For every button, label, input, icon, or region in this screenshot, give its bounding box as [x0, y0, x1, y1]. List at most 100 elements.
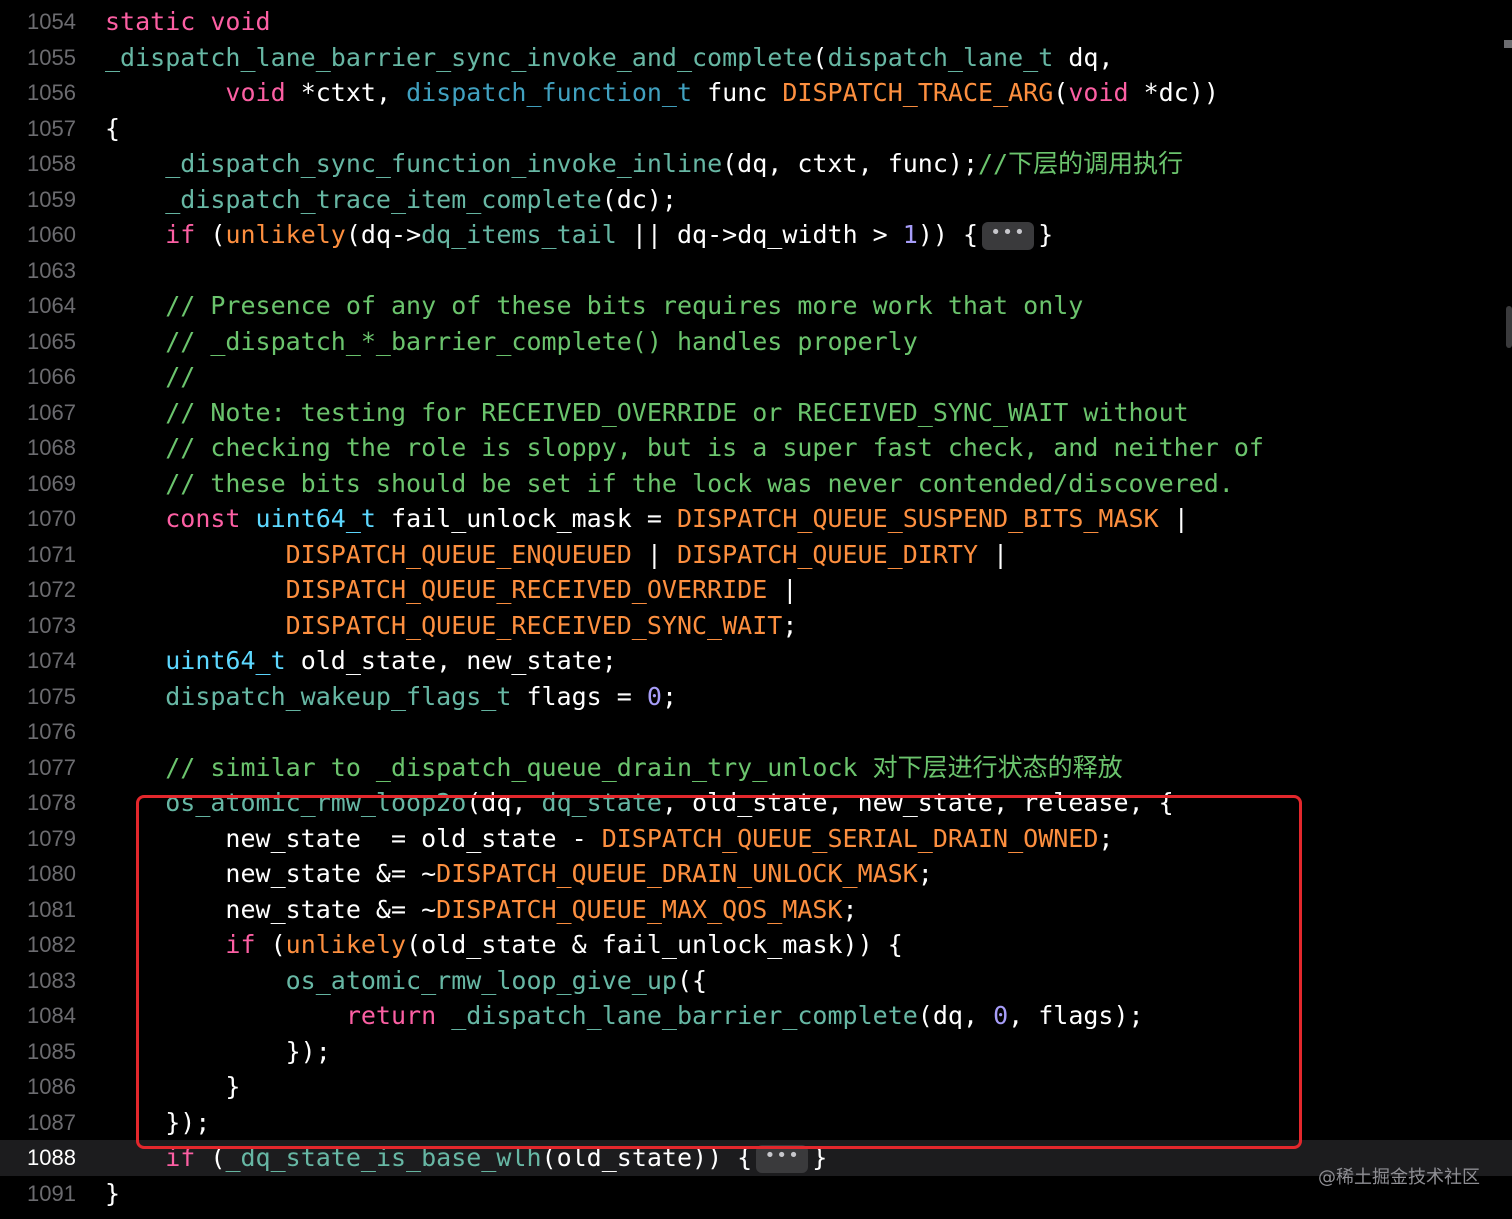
code-token: }	[105, 1178, 121, 1208]
code-text: DISPATCH_QUEUE_ENQUEUED | DISPATCH_QUEUE…	[105, 537, 1008, 573]
code-token: |	[1158, 504, 1189, 533]
code-text: if (unlikely(dq->dq_items_tail || dq->dq…	[105, 217, 1053, 253]
code-line[interactable]: 1057 {	[0, 111, 1512, 147]
code-token: 1	[902, 220, 918, 249]
code-token: || dq->dq_width >	[616, 220, 903, 249]
line-number: 1088	[27, 1145, 76, 1170]
code-line[interactable]: 1069 // these bits should be set if the …	[0, 466, 1512, 502]
folded-code-ellipsis-button[interactable]: •••	[982, 222, 1035, 250]
code-line[interactable]: 1091}	[0, 1176, 1512, 1212]
code-line[interactable]: 1059 _dispatch_trace_item_complete(dc);	[0, 182, 1512, 218]
folded-code-ellipsis-button[interactable]: •••	[756, 1145, 809, 1173]
code-line[interactable]: 1075 dispatch_wakeup_flags_t flags = 0;	[0, 679, 1512, 715]
line-number: 1069	[27, 470, 76, 496]
code-text: {	[105, 111, 120, 147]
code-text: const uint64_t fail_unlock_mask = DISPAT…	[105, 501, 1189, 537]
code-line[interactable]: 1065 // _dispatch_*_barrier_complete() h…	[0, 324, 1512, 360]
line-number: 1070	[27, 506, 76, 531]
line-number: 1077	[27, 754, 76, 780]
code-token: uint64_t	[165, 646, 286, 675]
code-text: // similar to _dispatch_queue_drain_try_…	[105, 750, 1123, 786]
code-line[interactable]: 1071 DISPATCH_QUEUE_ENQUEUED | DISPATCH_…	[0, 537, 1512, 573]
line-number: 1065	[27, 328, 76, 354]
line-number: 1071	[27, 541, 76, 567]
code-token: ;	[661, 681, 677, 711]
code-line[interactable]: 1055 _dispatch_lane_barrier_sync_invoke_a…	[0, 40, 1512, 76]
code-line[interactable]: 1064 // Presence of any of these bits re…	[0, 288, 1512, 324]
watermark: @稀土掘金技术社区	[1318, 1167, 1480, 1188]
highlight-annotation-box	[136, 795, 1302, 1149]
line-number: 1087	[27, 1109, 76, 1135]
code-token: DISPATCH_QUEUE_ENQUEUED	[285, 539, 632, 569]
code-line[interactable]: 1070 const uint64_t fail_unlock_mask = D…	[0, 501, 1512, 537]
scrollbar-thumb[interactable]	[1506, 306, 1512, 348]
code-token: //下层的调用执行	[978, 149, 1184, 178]
line-number: 1072	[27, 577, 76, 602]
code-text: // _dispatch_*_barrier_complete() handle…	[105, 324, 918, 360]
code-token: const	[165, 504, 241, 533]
line-number: 1054	[27, 9, 76, 34]
line-number: 1083	[27, 967, 76, 993]
code-line[interactable]: 1063	[0, 253, 1512, 289]
code-token: void	[225, 78, 286, 107]
code-token: 0	[646, 681, 662, 711]
code-token: //	[165, 362, 196, 391]
code-token: // checking the role is sloppy, but is a…	[165, 433, 1264, 462]
code-token: fail_unlock_mask =	[375, 504, 677, 533]
code-line[interactable]: 1072 DISPATCH_QUEUE_RECEIVED_OVERRIDE |	[0, 572, 1512, 608]
line-number: 1058	[27, 151, 76, 176]
code-token: DISPATCH_QUEUE_DIRTY	[676, 539, 978, 569]
code-token: DISPATCH_QUEUE_RECEIVED_SYNC_WAIT	[285, 610, 783, 640]
line-number: 1076	[27, 719, 76, 744]
code-token: |	[978, 539, 1009, 569]
code-token: // Note: testing for RECEIVED_OVERRIDE o…	[165, 397, 1189, 427]
code-text: // checking the role is sloppy, but is a…	[105, 430, 1264, 466]
code-line[interactable]: 1076	[0, 714, 1512, 750]
line-number: 1085	[27, 1038, 76, 1064]
code-token: func	[692, 78, 783, 107]
code-token: (	[195, 220, 226, 249]
line-number: 1060	[27, 222, 76, 247]
line-number: 1056	[27, 80, 76, 105]
code-token: dispatch_function_t	[406, 78, 693, 107]
code-token: (	[1053, 78, 1069, 107]
line-number: 1080	[27, 861, 76, 886]
code-token: // Presence of any of these bits require…	[165, 291, 1084, 320]
code-line[interactable]: 1073 DISPATCH_QUEUE_RECEIVED_SYNC_WAIT;	[0, 608, 1512, 644]
code-line[interactable]: 1074 uint64_t old_state, new_state;	[0, 643, 1512, 679]
code-token: dispatch_wakeup_flags_t	[165, 681, 512, 711]
code-token: // similar to _dispatch_queue_drain_try_…	[165, 752, 1123, 782]
code-token: _dispatch_sync_function_invoke_inline	[165, 149, 723, 178]
code-line[interactable]: 1066 //	[0, 359, 1512, 395]
code-line[interactable]: 1058 _dispatch_sync_function_invoke_inli…	[0, 146, 1512, 182]
code-editor[interactable]: 1054 static void 1055 _dispatch_lane_barrie…	[0, 0, 1512, 1219]
code-token: DISPATCH_QUEUE_SUSPEND_BITS_MASK	[677, 504, 1159, 533]
code-token: flags =	[511, 681, 647, 711]
code-line[interactable]: 1077 // similar to _dispatch_queue_drain…	[0, 750, 1512, 786]
line-number: 1064	[27, 293, 76, 318]
code-token: *dc))	[1128, 78, 1219, 107]
line-number: 1059	[27, 186, 76, 212]
code-token: {	[105, 113, 121, 143]
code-token: *ctxt,	[285, 78, 407, 107]
code-line[interactable]: 1056 void *ctxt, dispatch_function_t fun…	[0, 75, 1512, 111]
code-line[interactable]: 1067 // Note: testing for RECEIVED_OVERR…	[0, 395, 1512, 431]
code-line[interactable]: 1060 if (unlikely(dq->dq_items_tail || d…	[0, 217, 1512, 253]
code-line[interactable]: 1054 static void	[0, 4, 1512, 40]
code-token: // these bits should be set if the lock …	[165, 468, 1234, 498]
line-number: 1084	[27, 1003, 76, 1028]
code-token: |	[631, 539, 677, 569]
line-number: 1082	[27, 932, 76, 957]
code-line[interactable]: 1068 // checking the role is sloppy, but…	[0, 430, 1512, 466]
